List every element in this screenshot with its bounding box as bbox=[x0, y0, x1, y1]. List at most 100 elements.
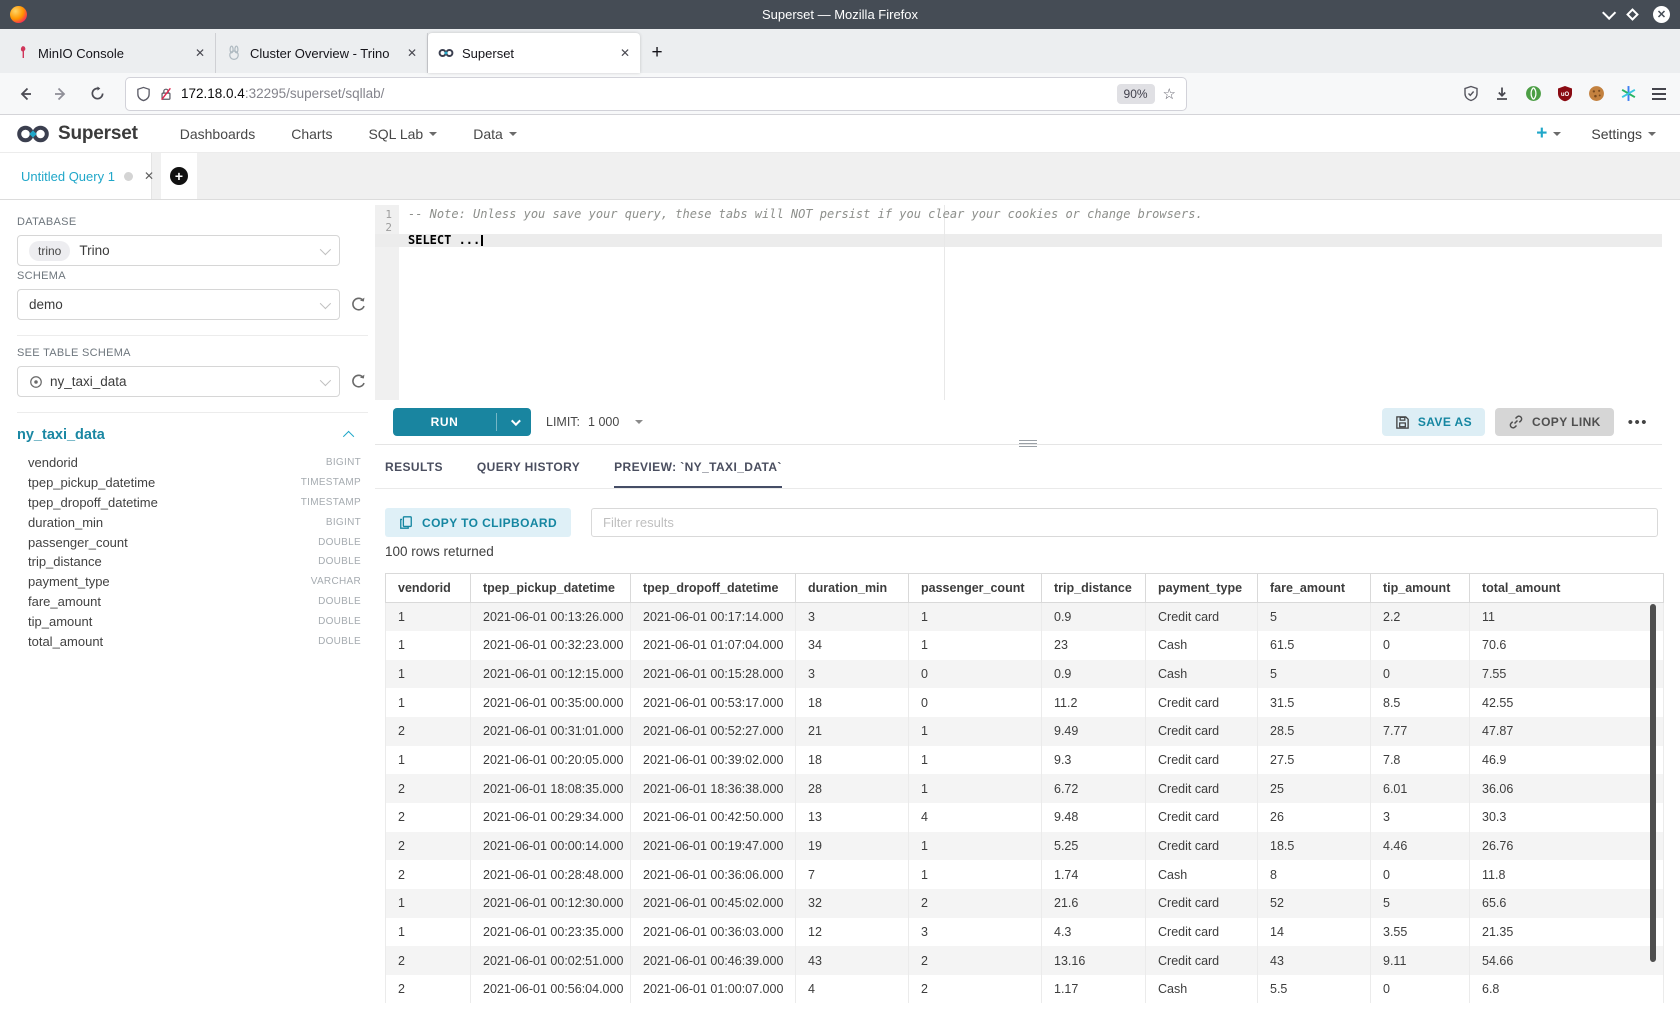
table-row[interactable]: 22021-06-01 00:02:51.0002021-06-01 00:46… bbox=[386, 946, 1664, 975]
table-row[interactable]: 22021-06-01 18:08:35.0002021-06-01 18:36… bbox=[386, 774, 1664, 803]
account-shield-icon[interactable] bbox=[1463, 85, 1479, 102]
run-options-caret[interactable] bbox=[497, 408, 531, 436]
nav-sql-lab[interactable]: SQL Lab bbox=[368, 126, 437, 142]
sql-editor[interactable]: 1 2 3 -- Note: Unless you save your quer… bbox=[375, 205, 1662, 400]
minio-flamingo-icon bbox=[14, 45, 30, 61]
filter-results-input[interactable] bbox=[591, 508, 1658, 537]
text-cursor bbox=[481, 235, 483, 246]
table-row[interactable]: 22021-06-01 00:31:01.0002021-06-01 00:52… bbox=[386, 717, 1664, 746]
browser-tab-trino[interactable]: Cluster Overview - Trino ✕ bbox=[216, 33, 428, 73]
table-row[interactable]: 12021-06-01 00:23:35.0002021-06-01 00:36… bbox=[386, 918, 1664, 947]
extension-icon-green[interactable] bbox=[1525, 85, 1542, 102]
nav-charts[interactable]: Charts bbox=[291, 126, 332, 142]
schema-select[interactable]: demo bbox=[17, 289, 340, 320]
new-item-button[interactable]: + bbox=[1536, 124, 1561, 143]
table-scrollbar[interactable] bbox=[1650, 604, 1656, 962]
zoom-level-badge[interactable]: 90% bbox=[1117, 84, 1155, 104]
schema-column-row[interactable]: passenger_countDOUBLE bbox=[17, 532, 368, 552]
table-row[interactable]: 12021-06-01 00:12:15.0002021-06-01 00:15… bbox=[386, 660, 1664, 689]
add-query-tab-button[interactable]: + bbox=[161, 153, 197, 199]
settings-menu[interactable]: Settings bbox=[1591, 126, 1656, 142]
extension-icon-colorful[interactable] bbox=[1620, 85, 1637, 102]
database-select[interactable]: trino Trino bbox=[17, 235, 340, 266]
copy-to-clipboard-button[interactable]: COPY TO CLIPBOARD bbox=[385, 508, 571, 537]
schema-column-row[interactable]: tpep_pickup_datetimeTIMESTAMP bbox=[17, 473, 368, 493]
window-minimize-button[interactable] bbox=[1602, 5, 1616, 19]
column-header-cell[interactable]: total_amount bbox=[1470, 574, 1664, 603]
downloads-icon[interactable] bbox=[1494, 85, 1510, 102]
url-text[interactable]: 172.18.0.4:32295/superset/sqllab/ bbox=[181, 86, 1109, 101]
reload-button[interactable] bbox=[82, 79, 112, 109]
south-pane-tabs: RESULTS QUERY HISTORY PREVIEW: `NY_TAXI_… bbox=[375, 446, 1662, 489]
query-tab-close-icon[interactable]: ✕ bbox=[144, 169, 154, 183]
copy-link-button[interactable]: COPY LINK bbox=[1495, 408, 1614, 436]
schema-column-row[interactable]: trip_distanceDOUBLE bbox=[17, 552, 368, 572]
tab-close-icon[interactable]: ✕ bbox=[407, 46, 417, 60]
table-row[interactable]: 12021-06-01 00:13:26.0002021-06-01 00:17… bbox=[386, 603, 1664, 632]
schema-column-row[interactable]: fare_amountDOUBLE bbox=[17, 592, 368, 612]
column-header-cell[interactable]: tpep_dropoff_datetime bbox=[631, 574, 796, 603]
tab-close-icon[interactable]: ✕ bbox=[195, 46, 205, 60]
table-cell: Credit card bbox=[1146, 603, 1258, 632]
table-row[interactable]: 22021-06-01 00:29:34.0002021-06-01 00:42… bbox=[386, 803, 1664, 832]
table-cell: 11.2 bbox=[1042, 688, 1146, 717]
column-header-cell[interactable]: tip_amount bbox=[1371, 574, 1470, 603]
column-header-cell[interactable]: vendorid bbox=[386, 574, 471, 603]
table-cell: 2021-06-01 00:32:23.000 bbox=[471, 631, 631, 660]
url-bar[interactable]: 172.18.0.4:32295/superset/sqllab/ 90% ☆ bbox=[126, 78, 1186, 110]
query-tab[interactable]: Untitled Query 1 ✕ bbox=[0, 153, 152, 199]
schema-column-row[interactable]: tip_amountDOUBLE bbox=[17, 611, 368, 631]
superset-brand[interactable]: Superset bbox=[16, 123, 138, 145]
table-row[interactable]: 12021-06-01 00:12:30.0002021-06-01 00:45… bbox=[386, 889, 1664, 918]
ublock-origin-icon[interactable]: uO bbox=[1557, 85, 1573, 102]
column-header-cell[interactable]: duration_min bbox=[796, 574, 909, 603]
nav-data[interactable]: Data bbox=[473, 126, 517, 142]
table-row[interactable]: 22021-06-01 00:00:14.0002021-06-01 00:19… bbox=[386, 832, 1664, 861]
refresh-schema-button[interactable] bbox=[350, 296, 368, 313]
run-button[interactable]: RUN bbox=[393, 408, 531, 436]
schema-label: SCHEMA bbox=[17, 270, 368, 282]
column-header-cell[interactable]: tpep_pickup_datetime bbox=[471, 574, 631, 603]
tab-close-icon[interactable]: ✕ bbox=[620, 46, 630, 60]
table-row[interactable]: 12021-06-01 00:20:05.0002021-06-01 00:39… bbox=[386, 746, 1664, 775]
menu-hamburger-icon[interactable] bbox=[1652, 88, 1666, 100]
window-maximize-button[interactable] bbox=[1626, 8, 1639, 21]
column-header-cell[interactable]: fare_amount bbox=[1258, 574, 1371, 603]
refresh-table-button[interactable] bbox=[350, 373, 368, 390]
browser-tab-superset[interactable]: Superset ✕ bbox=[428, 33, 640, 73]
browser-tab-minio[interactable]: MinIO Console ✕ bbox=[4, 33, 216, 73]
tab-results[interactable]: RESULTS bbox=[385, 446, 443, 488]
browser-new-tab-button[interactable]: + bbox=[640, 33, 674, 73]
table-row[interactable]: 22021-06-01 00:56:04.0002021-06-01 01:00… bbox=[386, 975, 1664, 1004]
back-button[interactable] bbox=[10, 79, 40, 109]
forward-button[interactable] bbox=[46, 79, 76, 109]
collapse-chevron-icon[interactable] bbox=[343, 431, 354, 442]
column-header-cell[interactable]: payment_type bbox=[1146, 574, 1258, 603]
table-select[interactable]: ny_taxi_data bbox=[17, 366, 340, 397]
table-row[interactable]: 12021-06-01 00:32:23.0002021-06-01 01:07… bbox=[386, 631, 1664, 660]
insecure-lock-icon[interactable] bbox=[159, 86, 173, 102]
shield-permissions-icon[interactable] bbox=[136, 86, 151, 102]
cookie-manager-icon[interactable] bbox=[1588, 85, 1605, 102]
column-header-cell[interactable]: passenger_count bbox=[909, 574, 1042, 603]
bookmark-star-icon[interactable]: ☆ bbox=[1163, 85, 1176, 103]
save-as-button[interactable]: SAVE AS bbox=[1382, 408, 1485, 436]
schema-column-row[interactable]: duration_minBIGINT bbox=[17, 512, 368, 532]
schema-column-row[interactable]: vendoridBIGINT bbox=[17, 453, 368, 473]
tab-query-history[interactable]: QUERY HISTORY bbox=[477, 446, 580, 488]
column-header-cell[interactable]: trip_distance bbox=[1042, 574, 1146, 603]
schema-column-row[interactable]: tpep_dropoff_datetimeTIMESTAMP bbox=[17, 493, 368, 513]
table-cell: 7 bbox=[796, 860, 909, 889]
more-options-button[interactable]: ••• bbox=[1628, 414, 1648, 431]
window-close-button[interactable]: ✕ bbox=[1653, 6, 1670, 23]
column-name: payment_type bbox=[28, 574, 110, 589]
schema-table-name[interactable]: ny_taxi_data bbox=[17, 427, 105, 443]
table-row[interactable]: 22021-06-01 00:28:48.0002021-06-01 00:36… bbox=[386, 860, 1664, 889]
schema-column-row[interactable]: total_amountDOUBLE bbox=[17, 631, 368, 651]
nav-dashboards[interactable]: Dashboards bbox=[180, 126, 256, 142]
table-row[interactable]: 12021-06-01 00:35:00.0002021-06-01 00:53… bbox=[386, 688, 1664, 717]
column-type: DOUBLE bbox=[318, 537, 361, 548]
tab-preview[interactable]: PREVIEW: `NY_TAXI_DATA` bbox=[614, 446, 782, 488]
limit-dropdown[interactable]: LIMIT: 1 000 bbox=[546, 415, 643, 429]
schema-column-row[interactable]: payment_typeVARCHAR bbox=[17, 572, 368, 592]
